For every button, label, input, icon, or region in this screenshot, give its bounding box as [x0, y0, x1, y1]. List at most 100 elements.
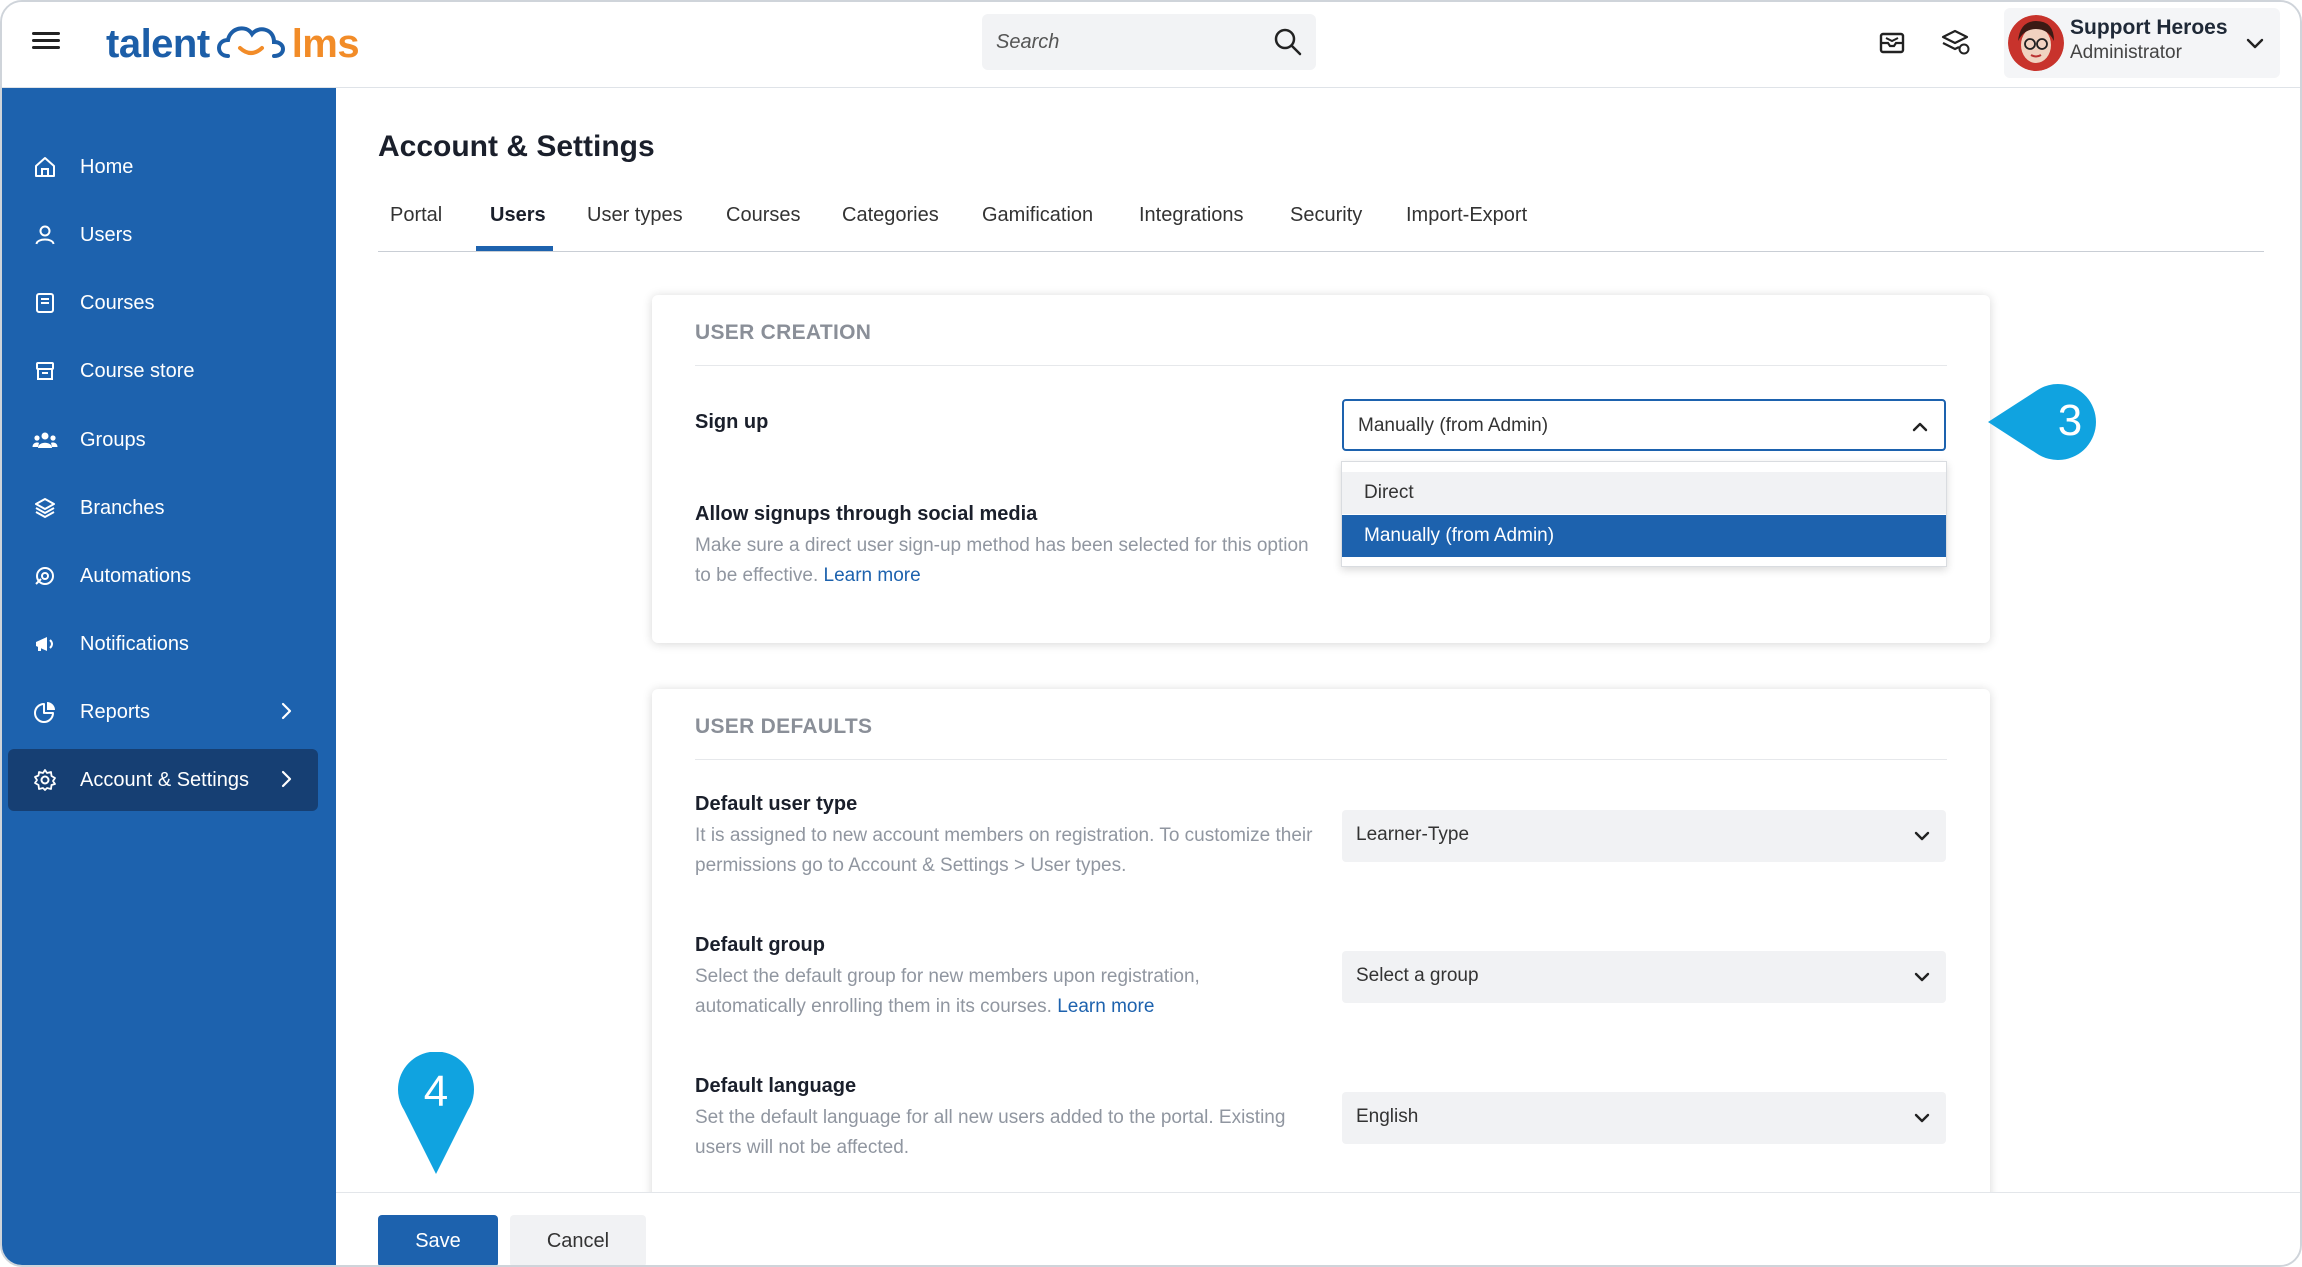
book-icon — [32, 290, 58, 316]
sidebar-item-label: Branches — [80, 496, 165, 519]
learn-more-link[interactable]: Learn more — [1057, 996, 1154, 1017]
tab-import-export[interactable]: Import-Export — [1406, 204, 1527, 252]
default-group-label: Default group — [695, 934, 825, 956]
tab-users[interactable]: Users — [490, 204, 546, 252]
select-value: English — [1356, 1106, 1419, 1127]
tab-integrations[interactable]: Integrations — [1139, 204, 1244, 252]
active-tab-indicator — [476, 246, 553, 251]
option-direct[interactable]: Direct — [1342, 472, 1946, 514]
store-icon — [32, 358, 58, 384]
divider — [695, 759, 1947, 760]
megaphone-icon — [32, 631, 58, 657]
chevron-down-icon[interactable] — [2244, 32, 2266, 54]
select-value: Select a group — [1356, 965, 1479, 986]
top-bar: talent lms Search Support Heroes Adminis… — [2, 2, 2300, 88]
chevron-right-icon — [281, 770, 292, 788]
step-4-number: 4 — [424, 1067, 448, 1116]
social-signup-description: Make sure a direct user sign-up method h… — [695, 531, 1315, 591]
sidebar-item-label: Home — [80, 155, 134, 178]
search-input[interactable] — [996, 24, 1246, 60]
chevron-down-icon — [1914, 972, 1930, 982]
signup-select[interactable]: Manually (from Admin) — [1342, 399, 1946, 451]
tab-user-types[interactable]: User types — [587, 204, 683, 252]
tab-security[interactable]: Security — [1290, 204, 1362, 252]
sidebar-item-notifications[interactable]: Notifications — [8, 613, 318, 675]
tab-gamification[interactable]: Gamification — [982, 204, 1093, 252]
social-signup-label: Allow signups through social media — [695, 503, 1038, 525]
default-user-type-label: Default user type — [695, 793, 858, 815]
divider — [695, 365, 1947, 366]
footer-actions: Save Cancel — [336, 1192, 2300, 1265]
sidebar-item-label: Account & Settings — [80, 768, 249, 791]
step-3-callout: 3 — [1988, 384, 2096, 460]
sidebar-item-course-store[interactable]: Course store — [8, 340, 318, 402]
default-language-select[interactable]: English — [1342, 1092, 1946, 1144]
branches-switch-icon[interactable] — [1937, 24, 1973, 60]
sidebar-item-automations[interactable]: Automations — [8, 545, 318, 607]
tab-categories[interactable]: Categories — [842, 204, 939, 252]
signup-dropdown-menu: Direct Manually (from Admin) — [1341, 461, 1947, 567]
user-icon — [32, 222, 58, 248]
sidebar-item-label: Notifications — [80, 632, 189, 655]
default-language-label: Default language — [695, 1075, 857, 1097]
sidebar-item-home[interactable]: Home — [8, 136, 318, 198]
talentlms-logo[interactable]: talent lms — [106, 16, 360, 72]
step-3-number: 3 — [2058, 396, 2082, 445]
automation-icon — [32, 563, 58, 589]
save-button[interactable]: Save — [378, 1215, 498, 1265]
gear-icon — [32, 767, 58, 793]
home-icon — [32, 154, 58, 180]
layers-icon — [32, 495, 58, 521]
chevron-right-icon — [281, 702, 292, 720]
tab-courses[interactable]: Courses — [726, 204, 800, 252]
logo-text-right: lms — [291, 21, 360, 66]
learn-more-link[interactable]: Learn more — [824, 565, 921, 586]
signup-label: Sign up — [695, 411, 769, 433]
sidebar-item-branches[interactable]: Branches — [8, 477, 318, 539]
sidebar-item-label: Course store — [80, 359, 195, 382]
cancel-button[interactable]: Cancel — [510, 1215, 646, 1265]
default-group-select[interactable]: Select a group — [1342, 951, 1946, 1003]
hamburger-menu-icon[interactable] — [32, 28, 60, 56]
pie-chart-icon — [32, 699, 58, 725]
default-group-description: Select the default group for new members… — [695, 962, 1315, 1022]
section-title: USER CREATION — [695, 321, 872, 344]
logo-text-left: talent — [106, 21, 210, 66]
step-4-callout: 4 — [398, 1052, 474, 1174]
groups-icon — [32, 427, 58, 453]
user-name: Support Heroes — [2070, 16, 2228, 39]
sidebar-item-groups[interactable]: Groups — [8, 409, 318, 471]
sidebar-item-courses[interactable]: Courses — [8, 272, 318, 334]
select-value: Learner-Type — [1356, 824, 1470, 845]
default-user-type-description: It is assigned to new account members on… — [695, 825, 1313, 876]
avatar — [2008, 15, 2064, 71]
app-window: talent lms Search Support Heroes Adminis… — [0, 0, 2302, 1267]
sidebar-item-label: Courses — [80, 291, 155, 314]
sidebar-item-label: Users — [80, 223, 133, 246]
settings-tabs: Portal Users User types Courses Categori… — [378, 192, 2264, 252]
description-text: Make sure a direct user sign-up method h… — [695, 535, 1309, 586]
sidebar-item-label: Reports — [80, 700, 151, 723]
sidebar-item-label: Automations — [80, 564, 192, 587]
sidebar-item-users[interactable]: Users — [8, 204, 318, 266]
signup-select-value: Manually (from Admin) — [1358, 415, 1549, 436]
user-menu[interactable]: Support Heroes Administrator — [2004, 8, 2280, 78]
user-role: Administrator — [2070, 42, 2182, 63]
search-box — [982, 14, 1316, 70]
chevron-down-icon — [1914, 831, 1930, 841]
user-defaults-card: USER DEFAULTS Default user type It is as… — [652, 689, 1990, 1229]
section-title: USER DEFAULTS — [695, 715, 873, 738]
sidebar-item-reports[interactable]: Reports — [8, 681, 318, 743]
search-icon[interactable] — [1272, 26, 1304, 58]
option-manually[interactable]: Manually (from Admin) — [1342, 515, 1946, 557]
page-title: Account & Settings — [378, 130, 655, 163]
sidebar: Home Users Courses Course store Groups B… — [2, 88, 336, 1265]
cloud-icon — [216, 26, 285, 58]
messages-icon[interactable] — [1874, 24, 1910, 60]
tab-portal[interactable]: Portal — [390, 204, 442, 252]
sidebar-item-account-settings[interactable]: Account & Settings — [8, 749, 318, 811]
default-language-description: Set the default language for all new use… — [695, 1107, 1286, 1158]
chevron-down-icon — [1914, 1113, 1930, 1123]
chevron-up-icon — [1912, 422, 1928, 432]
default-user-type-select[interactable]: Learner-Type — [1342, 810, 1946, 862]
